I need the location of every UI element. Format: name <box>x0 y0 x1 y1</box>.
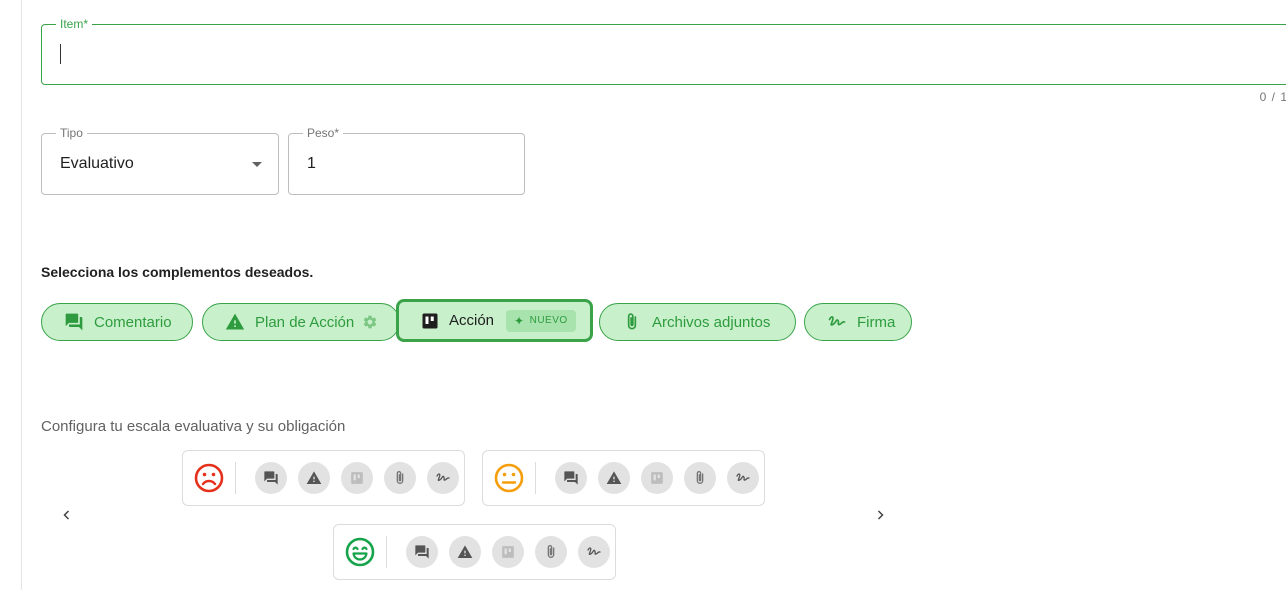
comment-icon <box>264 471 278 485</box>
neutral-face-icon[interactable] <box>493 462 525 494</box>
chevron-left-icon <box>63 510 70 520</box>
signature-icon <box>587 547 601 555</box>
signature-icon <box>828 316 846 326</box>
comment-icon <box>65 313 83 331</box>
toggle-signature[interactable] <box>727 462 759 494</box>
chip-firma[interactable]: Firma <box>804 303 912 341</box>
attachment-icon <box>696 471 704 484</box>
toggle-plan[interactable] <box>449 536 481 568</box>
peso-value[interactable]: 1 <box>307 155 316 173</box>
chip-archivos-label: Archivos adjuntos <box>652 313 771 331</box>
left-divider <box>21 0 22 590</box>
toggle-comment[interactable] <box>555 462 587 494</box>
divider <box>235 462 236 494</box>
toggle-attachment[interactable] <box>684 462 716 494</box>
chip-archivos-adjuntos[interactable]: Archivos adjuntos <box>599 303 796 341</box>
scale-option-neutral <box>482 450 765 506</box>
settings-icon[interactable] <box>362 314 378 330</box>
chip-accion-label: Acción <box>449 312 495 329</box>
action-board-icon <box>351 472 363 484</box>
chip-plan-label: Plan de Acción <box>255 313 355 331</box>
toggle-accion[interactable] <box>341 462 373 494</box>
toggle-signature[interactable] <box>578 536 610 568</box>
complementos-title: Selecciona los complementos deseados. <box>41 264 314 280</box>
item-char-counter: 0 / 1 <box>1259 90 1286 104</box>
toggle-plan[interactable] <box>598 462 630 494</box>
dropdown-arrow-icon[interactable] <box>252 162 262 167</box>
toggle-accion[interactable] <box>641 462 673 494</box>
comment-icon <box>564 471 578 485</box>
sad-face-icon[interactable] <box>193 462 225 494</box>
chip-firma-label: Firma <box>857 313 896 331</box>
action-board-icon <box>651 472 663 484</box>
nuevo-badge: ✦ NUEVO <box>506 309 576 332</box>
toggle-signature[interactable] <box>427 462 459 494</box>
peso-label: Peso* <box>303 126 344 140</box>
tipo-value: Evaluativo <box>60 155 134 172</box>
signature-icon <box>736 473 750 481</box>
toggle-plan[interactable] <box>298 462 330 494</box>
warning-icon <box>457 545 473 558</box>
toggle-attachment[interactable] <box>384 462 416 494</box>
nuevo-badge-label: NUEVO <box>529 315 568 326</box>
comment-icon <box>415 545 429 559</box>
attachment-icon <box>547 545 555 558</box>
toggle-comment[interactable] <box>406 536 438 568</box>
warning-icon <box>606 471 622 484</box>
happy-face-icon[interactable] <box>344 536 376 568</box>
item-field[interactable]: Item* <box>41 17 1286 85</box>
item-field-label: Item* <box>56 17 93 31</box>
action-board-icon <box>502 546 514 558</box>
attachment-icon <box>396 471 404 484</box>
carousel-next-button[interactable] <box>868 503 892 527</box>
text-caret <box>60 44 61 64</box>
toggle-accion[interactable] <box>492 536 524 568</box>
chip-comentario-label: Comentario <box>94 313 172 331</box>
chip-plan-de-accion[interactable]: Plan de Acción <box>202 303 400 341</box>
divider <box>386 536 387 568</box>
toggle-comment[interactable] <box>255 462 287 494</box>
scale-option-good <box>333 524 616 580</box>
warning-icon <box>225 313 245 330</box>
signature-icon <box>436 473 450 481</box>
carousel-prev-button[interactable] <box>55 503 79 527</box>
action-board-icon <box>422 313 438 328</box>
chevron-right-icon <box>877 510 884 520</box>
scale-option-bad <box>182 450 465 506</box>
scale-title: Configura tu escala evaluativa y su obli… <box>41 418 346 435</box>
attachment-icon <box>627 313 637 330</box>
peso-input[interactable]: Peso* 1 <box>288 126 525 195</box>
tipo-label: Tipo <box>56 126 87 140</box>
toggle-attachment[interactable] <box>535 536 567 568</box>
warning-icon <box>306 471 322 484</box>
tipo-select[interactable]: Tipo Evaluativo <box>41 126 279 195</box>
chip-comentario[interactable]: Comentario <box>41 303 193 341</box>
sparkle-icon: ✦ <box>514 313 525 328</box>
divider <box>535 462 536 494</box>
chip-accion[interactable]: Acción ✦ NUEVO <box>396 299 593 342</box>
